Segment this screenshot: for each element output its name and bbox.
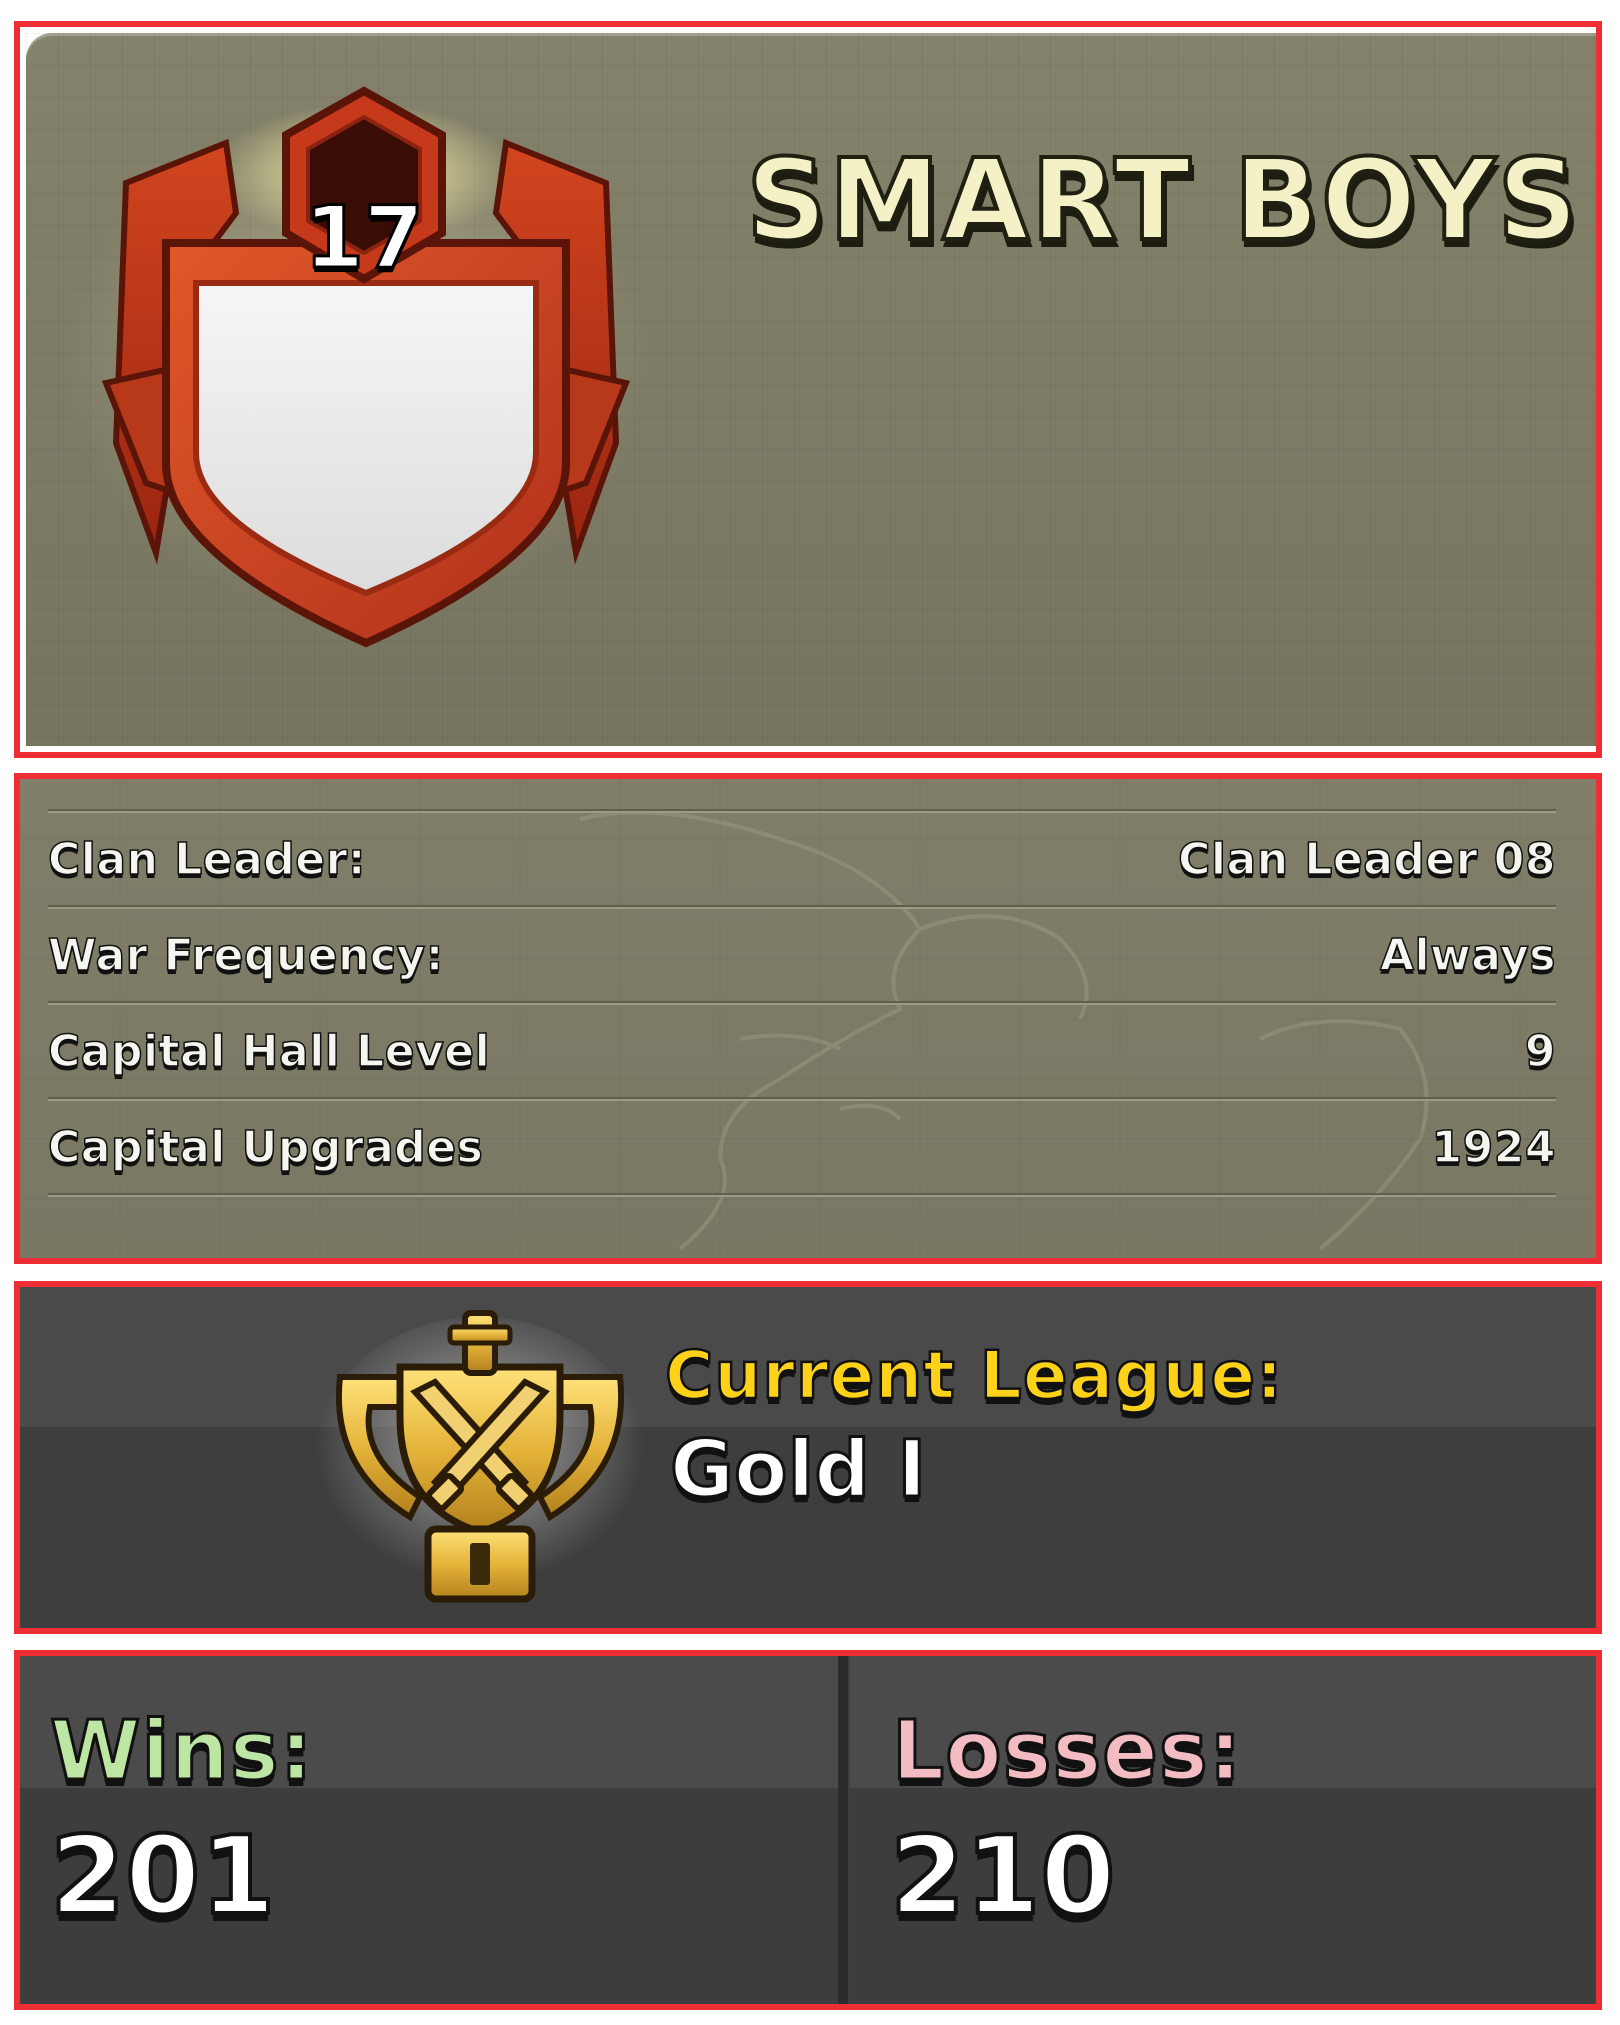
info-row-war-frequency: War Frequency: Always — [47, 909, 1556, 1001]
league-panel: Current League: Gold I — [14, 1281, 1602, 1634]
wins-section: Wins: 201 — [20, 1656, 840, 2004]
clan-info-panel: Clan Leader: Clan Leader 08 War Frequenc… — [14, 773, 1602, 1264]
gold-league-trophy-icon[interactable] — [310, 1307, 650, 1607]
losses-value: 210 — [888, 1812, 1117, 1941]
info-row-clan-leader: Clan Leader: Clan Leader 08 — [47, 813, 1556, 905]
wins-value: 201 — [48, 1812, 277, 1941]
info-value[interactable]: Clan Leader 08 — [1177, 833, 1556, 886]
info-label: Capital Hall Level — [47, 1025, 491, 1078]
clan-level: 17 — [303, 188, 426, 288]
record-divider — [838, 1656, 848, 2004]
info-label: War Frequency: — [47, 929, 444, 982]
wins-label: Wins: — [49, 1703, 315, 1801]
clan-name: SMART BOYS — [744, 136, 1580, 266]
clan-header-background: 17 SMART BOYS — [26, 33, 1596, 746]
clan-badge-shield-icon — [101, 86, 631, 648]
info-value: Always — [1379, 929, 1556, 982]
clan-badge[interactable]: 17 — [86, 83, 646, 683]
info-label: Clan Leader: — [47, 833, 366, 886]
info-value: 1924 — [1431, 1121, 1556, 1174]
clan-header-panel: 17 SMART BOYS — [14, 21, 1602, 758]
losses-section: Losses: 210 — [850, 1656, 1596, 2004]
info-value: 9 — [1524, 1025, 1556, 1078]
current-league-value: Gold I — [668, 1424, 927, 1517]
info-list: Clan Leader: Clan Leader 08 War Frequenc… — [47, 809, 1556, 1197]
trophy-icon — [315, 1310, 645, 1603]
info-row-capital-upgrades: Capital Upgrades 1924 — [47, 1101, 1556, 1193]
current-league-label: Current League: — [664, 1336, 1284, 1416]
info-label: Capital Upgrades — [47, 1121, 484, 1174]
divider — [48, 1193, 1556, 1197]
losses-label: Losses: — [890, 1703, 1243, 1801]
war-record-panel: Wins: 201 Losses: 210 — [14, 1650, 1602, 2010]
info-row-capital-hall-level: Capital Hall Level 9 — [47, 1005, 1556, 1097]
clan-info-background: Clan Leader: Clan Leader 08 War Frequenc… — [20, 779, 1596, 1258]
